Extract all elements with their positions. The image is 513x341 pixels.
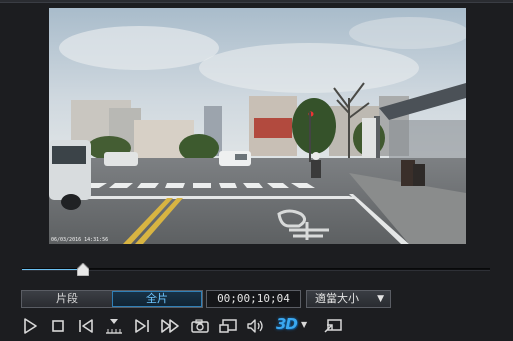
mark-icon [106, 319, 122, 334]
seek-thumb[interactable] [76, 263, 89, 276]
window-top-border [0, 0, 513, 3]
volume-button[interactable] [245, 316, 267, 336]
volume-icon [247, 319, 263, 333]
seek-bar[interactable] [22, 268, 490, 271]
display-size-select[interactable]: 適當大小 ▼ [306, 290, 391, 308]
play-icon [24, 318, 37, 334]
pip-button[interactable] [217, 316, 239, 336]
3d-icon[interactable]: 3D [276, 315, 298, 333]
fast-forward-button[interactable] [159, 316, 181, 336]
external-display-button[interactable] [322, 316, 344, 336]
video-timestamp-overlay: 06/03/2016 14:31:56 [51, 237, 109, 243]
external-display-icon [324, 319, 342, 333]
pip-icon [219, 319, 237, 333]
video-viewport[interactable]: 06/03/2016 14:31:56 [49, 8, 466, 244]
segment-mode-button[interactable]: 片段 [22, 291, 112, 307]
previous-frame-button[interactable] [75, 316, 97, 336]
snapshot-icon [191, 319, 209, 333]
playback-mode-toggle: 片段 全片 [21, 290, 203, 308]
snapshot-button[interactable] [189, 316, 211, 336]
dropdown-arrow-icon[interactable]: ▼ [301, 320, 307, 329]
video-frame [49, 8, 466, 244]
next-frame-button[interactable] [131, 316, 153, 336]
display-size-value: 適當大小 [315, 292, 359, 305]
next-frame-icon [135, 319, 149, 333]
chevron-down-icon: ▼ [377, 294, 384, 304]
play-button[interactable] [19, 316, 41, 336]
timecode-display[interactable]: 00;00;10;04 [206, 290, 301, 308]
full-movie-mode-button[interactable]: 全片 [112, 291, 202, 307]
stop-icon [52, 320, 64, 332]
stop-button[interactable] [47, 316, 69, 336]
seek-bar-progress [22, 269, 83, 270]
mark-button[interactable] [103, 316, 125, 336]
previous-frame-icon [79, 319, 93, 333]
fast-forward-icon [161, 319, 179, 333]
